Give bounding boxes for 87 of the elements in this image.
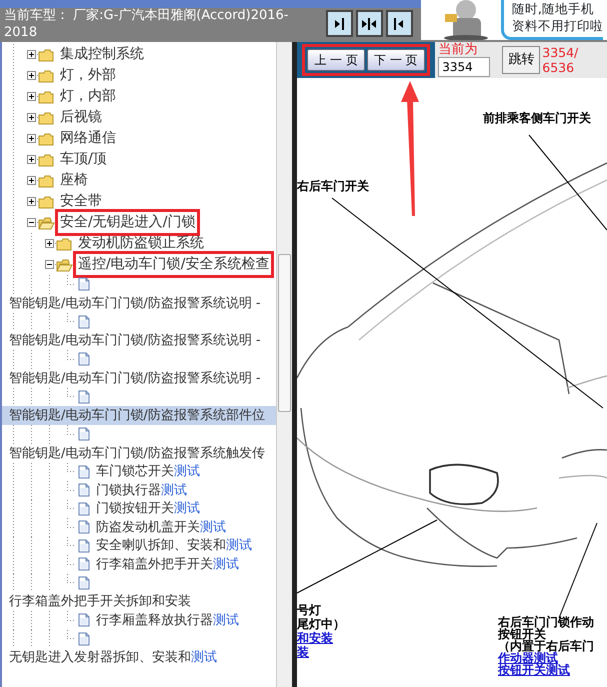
expand-icon[interactable] xyxy=(45,238,54,248)
tree-item[interactable]: 门锁执行器测试 xyxy=(96,480,187,500)
tree-item[interactable]: 灯，外部 xyxy=(58,65,118,86)
diagram-label: 尾灯中） xyxy=(297,618,345,630)
folder-icon xyxy=(38,110,55,124)
tree-item[interactable]: 智能钥匙/电动车门门锁/防盗报警系统说明 - xyxy=(2,368,278,388)
collapse-icon[interactable] xyxy=(45,260,54,268)
expand-right-icon[interactable] xyxy=(326,10,353,37)
expand-icon[interactable] xyxy=(27,154,36,164)
diagram-label: 号灯 xyxy=(297,604,321,616)
folder-icon xyxy=(38,174,55,188)
collapse-icon[interactable] xyxy=(27,218,36,226)
folder-icon xyxy=(38,132,55,146)
tree-item[interactable]: 行李箱盖外把手开关拆卸和安装 xyxy=(2,592,278,611)
document-icon xyxy=(78,277,90,292)
expand-icon[interactable] xyxy=(27,50,36,58)
document-icon xyxy=(78,464,90,479)
tree-item[interactable]: 安全喇叭拆卸、安装和测试 xyxy=(96,536,252,556)
document-icon xyxy=(78,352,90,366)
tree-item[interactable]: 行李厢盖释放执行器测试 xyxy=(96,610,239,630)
folder-icon xyxy=(38,48,55,62)
tree-item[interactable]: 无钥匙进入发射器拆卸、安装和测试 xyxy=(2,648,278,667)
scrollbar[interactable] xyxy=(276,42,292,687)
document-icon xyxy=(78,427,90,442)
split-icon[interactable] xyxy=(356,10,383,37)
document-icon xyxy=(78,576,90,590)
diagram-link[interactable]: 按钮开关测试 xyxy=(498,664,570,676)
expand-icon[interactable] xyxy=(27,196,36,206)
ad-text: 资料不用打印啦 xyxy=(512,17,603,34)
expand-icon[interactable] xyxy=(27,70,36,80)
page-count: 3354/6536 xyxy=(542,45,580,75)
previous-page-button[interactable]: 上 一 页 xyxy=(307,49,365,71)
folder-icon xyxy=(38,216,55,230)
tree-item[interactable]: 智能钥匙/电动车门门锁/防盗报警系统说明 - xyxy=(2,294,278,312)
diagram-link[interactable]: 装 xyxy=(297,646,309,658)
document-icon xyxy=(78,538,90,553)
diagram-label: 右后车门门锁作动 xyxy=(498,616,594,628)
tree-item[interactable]: 灯，内部 xyxy=(58,86,118,107)
tree-item[interactable]: 智能钥匙/电动车门门锁/防盗报警系统触发传 xyxy=(2,444,278,462)
current-model-title: 当前车型： 厂家:G-广汽本田雅阁(Accord)2016-2018 xyxy=(3,7,290,42)
expand-icon[interactable] xyxy=(27,134,36,142)
tree-item[interactable]: 行李箱盖外把手开关测试 xyxy=(96,554,239,574)
document-icon xyxy=(78,613,90,628)
folder-icon xyxy=(38,68,55,82)
tree-item[interactable]: 遥控/电动车门锁/安全系统检查 xyxy=(76,254,272,275)
tree-item[interactable]: 安全/无钥匙进入/门锁 xyxy=(58,212,198,233)
folder-icon xyxy=(38,90,55,104)
tree-item[interactable]: 防盗发动机盖开关测试 xyxy=(96,518,226,537)
tree-item[interactable]: 发动机防盗锁止系统 xyxy=(76,233,206,254)
document-icon xyxy=(78,390,90,404)
document-icon xyxy=(78,632,90,646)
expand-icon[interactable] xyxy=(27,92,36,100)
current-page-label: 当前为 xyxy=(438,43,478,57)
tree-item[interactable]: 集成控制系统 xyxy=(58,44,146,65)
scroll-thumb[interactable] xyxy=(278,254,291,412)
document-icon xyxy=(78,557,90,572)
folder-icon xyxy=(38,194,55,208)
tree-item[interactable]: 座椅 xyxy=(58,170,90,191)
tree-item[interactable]: 网络通信 xyxy=(58,128,118,149)
tree-item[interactable]: 车门锁芯开关测试 xyxy=(96,462,200,482)
document-icon xyxy=(78,520,90,534)
ad-text: 随时,随地手机 xyxy=(512,0,595,17)
diagram-link[interactable]: 作动器测试 xyxy=(498,652,558,664)
next-page-button[interactable]: 下 一 页 xyxy=(367,49,425,71)
tree-item[interactable]: 智能钥匙/电动车门门锁/防盗报警系统说明 - xyxy=(2,331,278,350)
diagram-link[interactable]: 和安装 xyxy=(297,632,333,644)
document-icon xyxy=(78,483,90,498)
tree-item[interactable]: 安全带 xyxy=(58,191,104,212)
diagram-label: 右后车门开关 xyxy=(297,180,369,192)
ad-banner[interactable]: 随时,随地手机 资料不用打印啦 xyxy=(420,0,607,40)
document-icon xyxy=(78,314,90,329)
page-input-field[interactable]: 3354 xyxy=(438,57,490,77)
diagram-label: 按钮开关 xyxy=(498,628,546,640)
folder-icon xyxy=(56,258,73,272)
expand-icon[interactable] xyxy=(27,112,36,122)
tree-item[interactable]: 智能钥匙/电动车门门锁/防盗报警系统部件位 xyxy=(2,406,278,425)
tree-item[interactable]: 车顶/顶 xyxy=(58,149,109,170)
diagram-label: 前排乘客侧车门开关 xyxy=(483,112,591,124)
tree-item[interactable]: 门锁按钮开关测试 xyxy=(96,499,200,518)
folder-icon xyxy=(56,236,73,250)
expand-icon[interactable] xyxy=(27,176,36,184)
folder-icon xyxy=(38,152,55,166)
diagram-label: （内置于右后车门 xyxy=(498,640,594,652)
document-icon xyxy=(78,502,90,516)
jump-button[interactable]: 跳转 xyxy=(502,46,540,74)
expand-left-icon[interactable] xyxy=(386,10,413,37)
tree-item[interactable]: 后视镜 xyxy=(58,107,104,128)
